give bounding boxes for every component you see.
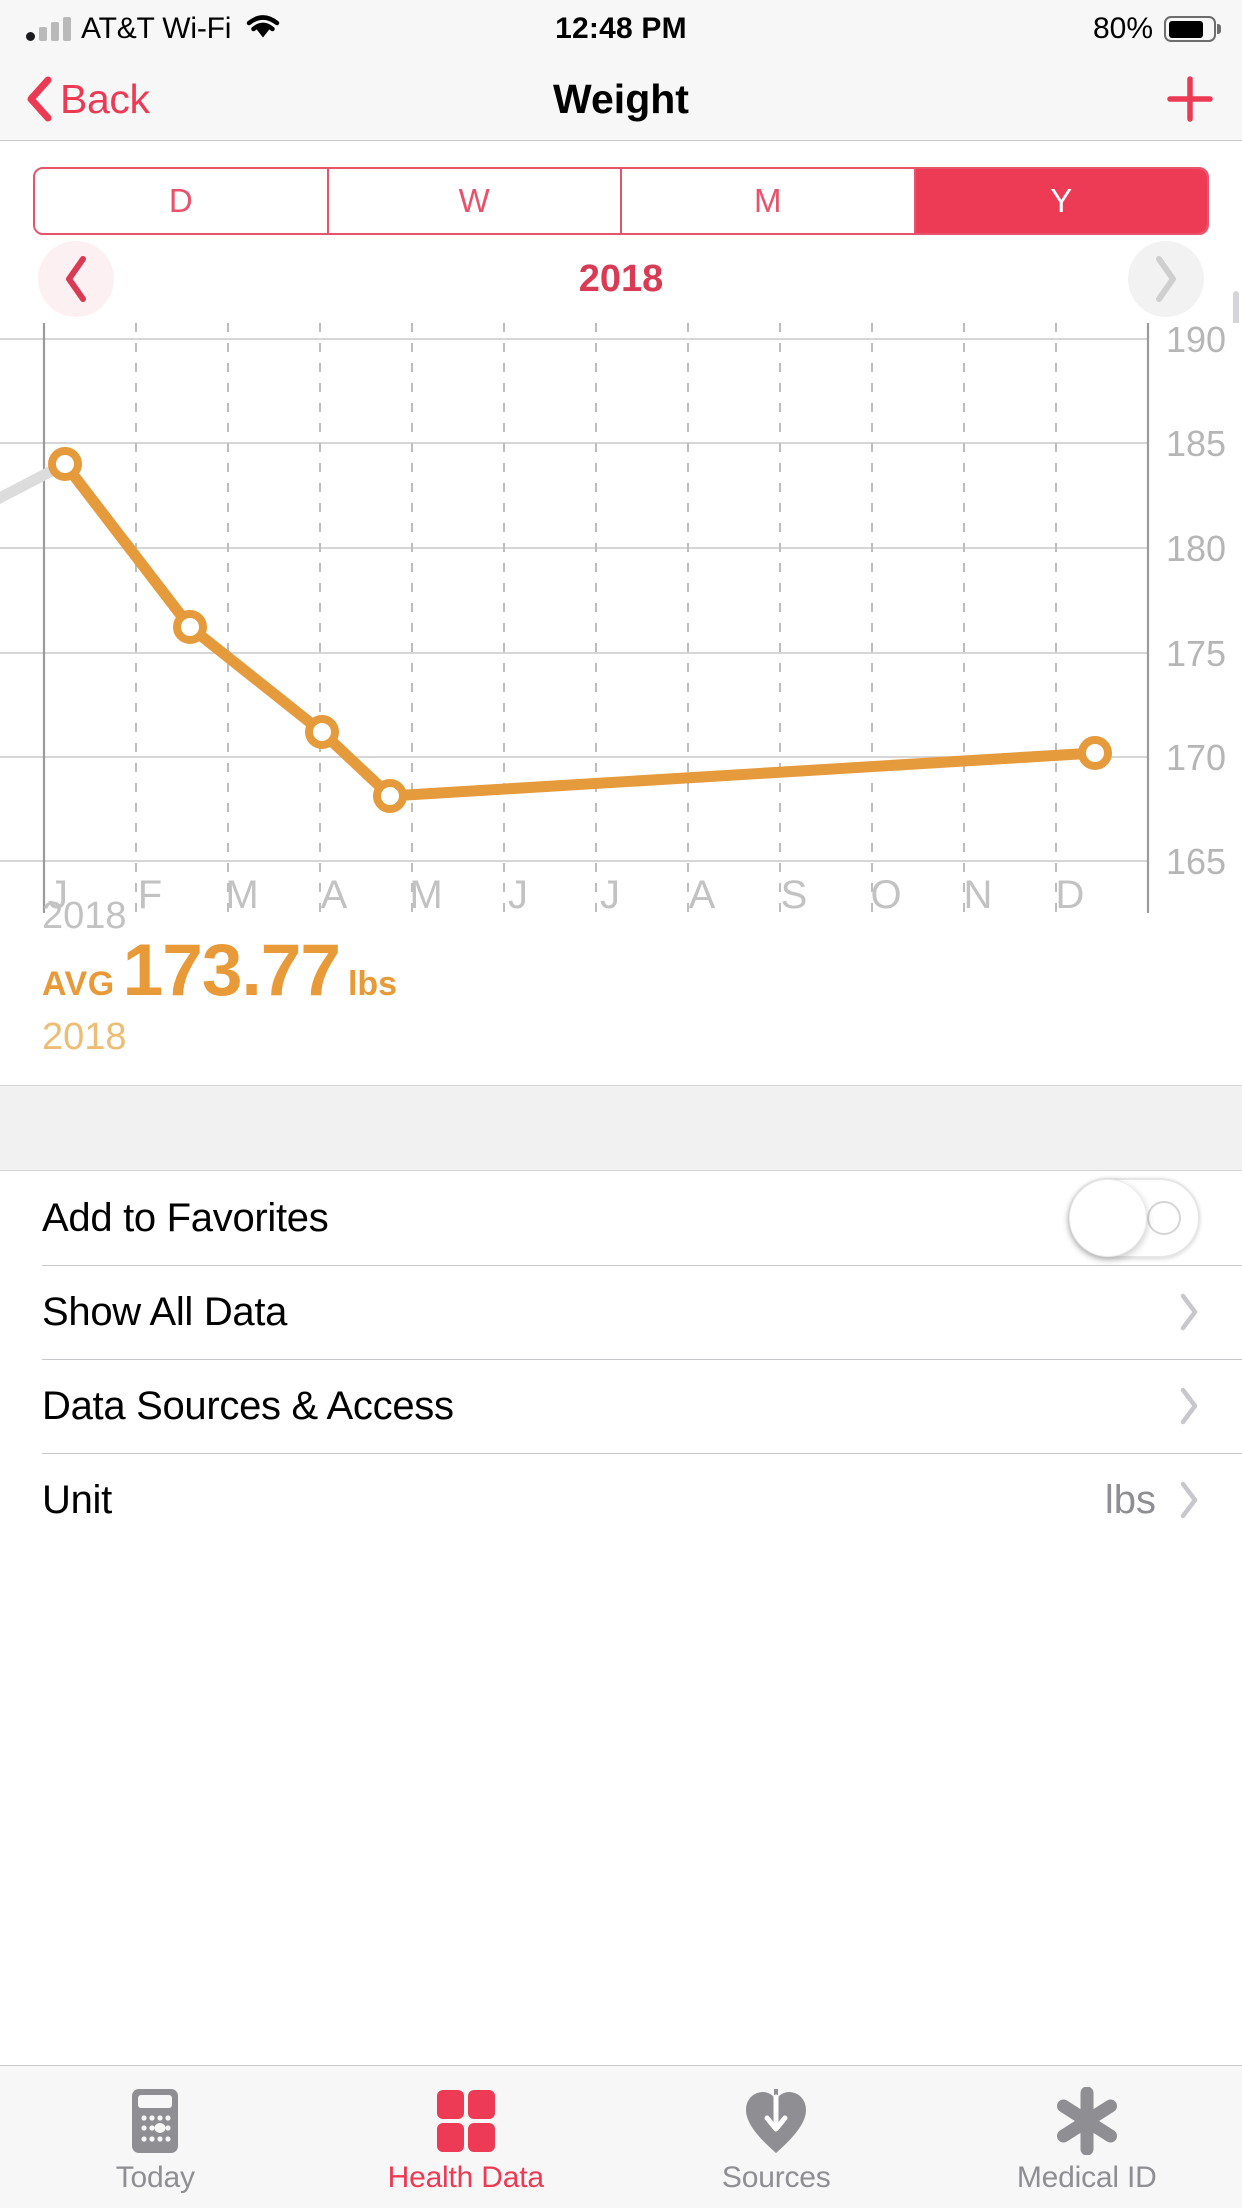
health-data-squares-icon (435, 2087, 497, 2155)
ytick-180: 180 (1166, 528, 1226, 569)
section-separator (0, 1085, 1242, 1171)
tab-today[interactable]: Today (0, 2066, 311, 2208)
period-label: 2018 (38, 258, 1204, 301)
wifi-icon (245, 13, 281, 45)
chart-point-dec (1082, 740, 1108, 766)
favorites-toggle[interactable] (1068, 1178, 1200, 1258)
status-bar-left: AT&T Wi-Fi (26, 12, 281, 46)
status-bar-right: 80% (1093, 12, 1216, 46)
avg-value: 173.77 (123, 929, 340, 1012)
back-button-label: Back (60, 76, 150, 123)
settings-list: Add to Favorites Show All Data Data Sour… (0, 1171, 1242, 1547)
xtick-sep: S (781, 873, 808, 917)
chevron-right-icon (1178, 1292, 1200, 1332)
tab-bar: Today Health Data Sources (0, 2065, 1242, 2208)
toggle-knob (1069, 1179, 1147, 1257)
period-navigator: 2018 (0, 235, 1242, 323)
row-show-all-data[interactable]: Show All Data (0, 1265, 1242, 1359)
row-unit[interactable]: Unit lbs (0, 1453, 1242, 1547)
ytick-185: 185 (1166, 423, 1226, 464)
plus-icon (1164, 73, 1216, 125)
chart-card: D W M Y 2018 (0, 141, 1242, 1085)
tab-label: Sources (722, 2161, 831, 2195)
xtick-mar: M (225, 873, 258, 917)
tab-label: Today (116, 2161, 195, 2195)
battery-icon (1164, 16, 1216, 42)
back-button[interactable]: Back (26, 76, 150, 123)
tab-sources[interactable]: Sources (621, 2066, 932, 2208)
chevron-left-icon (26, 76, 52, 122)
range-option-m[interactable]: M (622, 169, 916, 233)
row-label: Unit (42, 1478, 112, 1523)
avg-unit: lbs (348, 965, 397, 1004)
row-data-sources-access[interactable]: Data Sources & Access (0, 1359, 1242, 1453)
xtick-feb: F (138, 873, 162, 917)
xtick-jun: J (508, 873, 528, 917)
range-selector-wrapper: D W M Y (0, 141, 1242, 235)
chart-point-may (309, 719, 335, 745)
navigation-bar: Back Weight (0, 58, 1242, 141)
cellular-signal-icon (26, 17, 71, 41)
page-title: Weight (0, 76, 1242, 123)
xtick-aug: A (689, 873, 716, 917)
chevron-right-icon (1151, 254, 1181, 304)
chart-line (65, 464, 1095, 796)
chart-svg: 190 185 180 175 170 165 J F M A M J J A … (0, 323, 1242, 923)
chart-point-mar (177, 614, 203, 640)
tab-medical-id[interactable]: Medical ID (932, 2066, 1242, 2208)
xtick-jul: J (600, 873, 620, 917)
add-data-button[interactable] (1164, 73, 1216, 125)
ytick-170: 170 (1166, 737, 1226, 778)
medical-asterisk-icon (1054, 2087, 1120, 2155)
row-add-to-favorites[interactable]: Add to Favorites (0, 1171, 1242, 1265)
ytick-175: 175 (1166, 633, 1226, 674)
weight-line-chart[interactable]: 190 185 180 175 170 165 J F M A M J J A … (0, 323, 1242, 923)
tab-health-data[interactable]: Health Data (311, 2066, 622, 2208)
heart-download-icon (743, 2087, 809, 2155)
ytick-165: 165 (1166, 841, 1226, 882)
range-option-y[interactable]: Y (916, 169, 1208, 233)
chart-data-points (52, 451, 1108, 809)
avg-period: 2018 (42, 1016, 1200, 1059)
range-selector[interactable]: D W M Y (33, 167, 1209, 235)
xtick-nov: N (964, 873, 993, 917)
row-label: Add to Favorites (42, 1196, 328, 1241)
xtick-apr: A (321, 873, 348, 917)
chart-year-label: 2018 (42, 895, 127, 938)
next-period-button[interactable] (1128, 241, 1204, 317)
tab-label: Health Data (388, 2161, 544, 2195)
range-option-d[interactable]: D (35, 169, 329, 233)
chart-point-jan (52, 451, 78, 477)
x-axis-tick-labels: J F M A M J J A S O N D (48, 873, 1084, 917)
xtick-may: M (409, 873, 442, 917)
ytick-190: 190 (1166, 323, 1226, 360)
today-calendar-icon (126, 2087, 184, 2155)
row-label: Show All Data (42, 1290, 287, 1335)
chart-point-jun (377, 783, 403, 809)
tab-label: Medical ID (1017, 2161, 1157, 2195)
previous-period-button[interactable] (38, 241, 114, 317)
battery-percent-label: 80% (1093, 12, 1153, 46)
carrier-label: AT&T Wi-Fi (81, 12, 231, 46)
xtick-oct: O (870, 873, 901, 917)
chevron-left-icon (61, 254, 91, 304)
row-label: Data Sources & Access (42, 1384, 454, 1429)
chevron-right-icon (1178, 1480, 1200, 1520)
month-gridlines (136, 323, 1056, 913)
toggle-off-ring-icon (1147, 1201, 1181, 1235)
y-axis-tick-labels: 190 185 180 175 170 165 (1166, 323, 1226, 882)
average-summary: AVG 173.77 lbs 2018 (0, 923, 1242, 1085)
status-bar: AT&T Wi-Fi 12:48 PM 80% (0, 0, 1242, 58)
chevron-right-icon (1178, 1386, 1200, 1426)
avg-label: AVG (42, 965, 115, 1004)
unit-value: lbs (1105, 1478, 1156, 1523)
xtick-dec: D (1056, 873, 1085, 917)
range-option-w[interactable]: W (329, 169, 623, 233)
